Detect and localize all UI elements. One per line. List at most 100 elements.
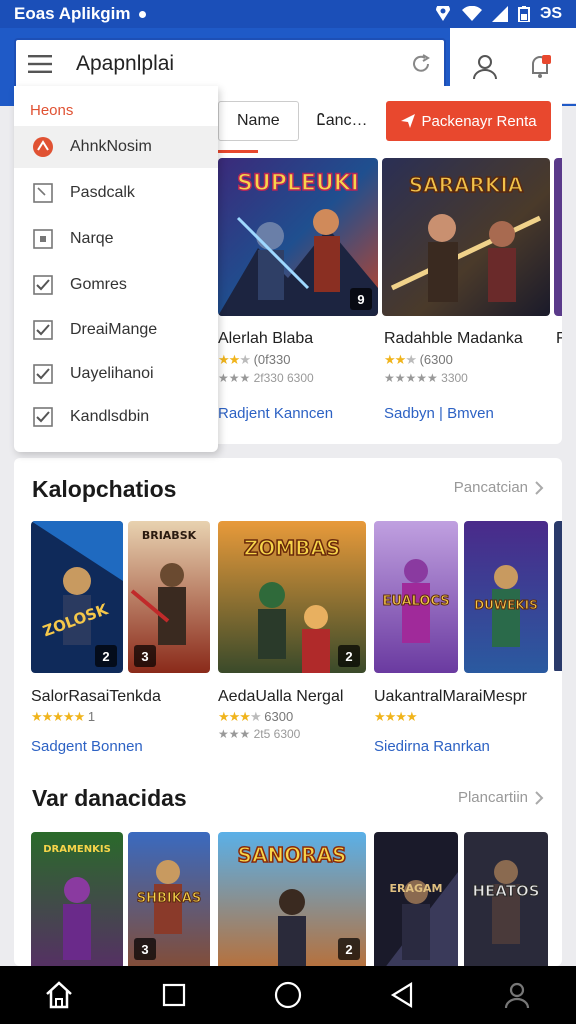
game-art: DUWEKIS [464, 521, 548, 673]
game-tile[interactable]: EUALOCS [374, 521, 458, 673]
drawer-item[interactable]: Narqe [14, 218, 218, 260]
game-title: SalorRasaiTenkda [31, 688, 161, 705]
checkbox-checked-icon [32, 319, 54, 341]
game-tile[interactable]: ERAGAM [374, 832, 458, 966]
svg-text:DUWEKIS: DUWEKIS [474, 598, 538, 612]
tab-indicator [218, 150, 258, 153]
game-rating: ★★★★ [374, 709, 418, 724]
game-link[interactable]: Sadbyn | Bmven [384, 405, 494, 422]
game-rating: ★★★★ 6300 [218, 709, 294, 724]
game-badge: 9 [350, 288, 372, 310]
game-title: UakantralMaraiMespr [374, 688, 527, 705]
svg-text:BRIABSK: BRIABSK [142, 529, 197, 542]
game-tile[interactable]: ZOMBAS 2 [218, 521, 366, 673]
battery-icon [517, 6, 530, 22]
send-icon [400, 114, 415, 128]
game-thumbnail[interactable]: SARARKIA [382, 158, 550, 316]
svg-text:ZOMBAS: ZOMBAS [244, 536, 341, 560]
svg-text:SHBIKAS: SHBIKAS [137, 891, 202, 906]
game-thumbnail[interactable]: DUWEKIS [464, 521, 548, 673]
drawer-item-label: Narqe [70, 230, 114, 247]
menu-icon[interactable] [28, 55, 52, 73]
game-thumbnail[interactable]: DRAMENKIS [31, 832, 123, 966]
drawer-item[interactable]: AhnkNosim [14, 126, 218, 168]
chip-name[interactable]: Name [218, 101, 299, 141]
game-badge: 2 [338, 645, 360, 667]
game-title: Alerlah Blaba [218, 330, 314, 347]
status-time: ЭS [539, 5, 562, 22]
game-tile[interactable]: ZOLOSK 2 [31, 521, 123, 673]
recents-icon[interactable] [162, 983, 186, 1007]
location-icon [435, 6, 450, 21]
section-more-label: Pancatcian [453, 479, 528, 496]
section-title: Var danacidas [32, 785, 187, 811]
status-app-name: Eoas Aplikgim [14, 4, 131, 23]
game-thumbnail[interactable]: SANORAS 2 [218, 832, 366, 966]
drawer-item-label: Pasdcalk [70, 184, 135, 201]
wifi-icon [461, 6, 482, 21]
refresh-icon[interactable] [410, 53, 432, 75]
game-thumbnail[interactable]: SHBIKAS 3 [128, 832, 210, 966]
game-thumbnail[interactable]: HEATOS [464, 832, 548, 966]
game-thumbnail[interactable]: BRIABSK 3 [128, 521, 210, 673]
section-more-link[interactable]: Plancartiin [458, 789, 544, 806]
svg-text:ERAGAM: ERAGAM [390, 882, 443, 895]
game-rating: ★★★ (0f330 [218, 352, 291, 367]
game-subline: ★★★ 2t5 6300 [218, 727, 301, 741]
chip-dance[interactable]: Ꮭanc… [312, 101, 372, 141]
checkbox-checked-icon [32, 363, 54, 385]
status-bar: Eoas Aplikgim ЭS [0, 0, 576, 28]
featured-game[interactable]: SUPLEUKI 9 Alerlah Blaba ★★★ (0f330 ★★★ … [218, 158, 378, 428]
game-tile[interactable]: HEATOS [464, 832, 548, 966]
svg-text:SARARKIA: SARARKIA [409, 173, 524, 197]
game-tile[interactable]: DRAMENKIS [31, 832, 123, 966]
checkbox-checked-icon [32, 274, 54, 296]
game-thumbnail[interactable]: EUALOCS [374, 521, 458, 673]
game-tile[interactable]: DUWEKIS [464, 521, 548, 673]
game-subline: ★★★ 2f330 6300 [218, 371, 314, 385]
drawer-item[interactable]: Pasdcalk [14, 172, 218, 214]
game-thumbnail[interactable] [554, 158, 562, 316]
section-title: Kalopchatios [32, 476, 177, 502]
game-thumbnail[interactable]: SUPLEUKI 9 [218, 158, 378, 316]
game-art: EUALOCS [374, 521, 458, 673]
notification-icon[interactable] [525, 51, 555, 81]
account-icon[interactable] [471, 52, 499, 80]
svg-text:DRAMENKIS: DRAMENKIS [43, 844, 111, 855]
featured-game[interactable]: F [554, 158, 562, 428]
game-link[interactable]: Siedirna Ranrkan [374, 738, 490, 755]
game-tile[interactable]: SANORAS 2 [218, 832, 366, 966]
game-link[interactable]: Radjent Kanncen [218, 405, 333, 422]
status-icons: ЭS [434, 5, 562, 23]
game-tile[interactable]: BRIABSK 3 [128, 521, 210, 673]
profile-icon[interactable] [502, 980, 532, 1010]
checkbox-icon [32, 182, 54, 204]
drawer-item[interactable]: Gomres [14, 264, 218, 306]
game-tile-partial[interactable] [554, 521, 562, 671]
search-bar[interactable]: Apapnlplai [14, 38, 446, 90]
game-art: ERAGAM [374, 832, 458, 966]
game-thumbnail[interactable] [554, 521, 562, 671]
game-link[interactable]: Sadgent Bonnen [31, 738, 143, 755]
svg-text:SUPLEUKI: SUPLEUKI [237, 171, 359, 196]
game-rating: ★★★★★ 1 [31, 709, 96, 724]
featured-game[interactable]: SARARKIA Radahble Madanka ★★★ (6300 ★★★★… [382, 158, 550, 428]
game-thumbnail[interactable]: ZOLOSK 2 [31, 521, 123, 673]
notification-dot-icon [138, 10, 146, 18]
game-tile[interactable]: SHBIKAS 3 [128, 832, 210, 966]
game-thumbnail[interactable]: ZOMBAS 2 [218, 521, 366, 673]
section-more-link[interactable]: Pancatcian [454, 479, 544, 496]
drawer-item[interactable]: Kandlsdbin [14, 396, 218, 438]
back-icon[interactable] [390, 982, 414, 1008]
action-button[interactable]: Packenayr Renta [385, 101, 551, 141]
search-input[interactable]: Apapnlplai [76, 52, 410, 76]
game-art: HEATOS [464, 832, 548, 966]
home-icon[interactable] [44, 981, 74, 1009]
game-title: F [556, 330, 562, 347]
drawer-item[interactable]: Uayelihanoi [14, 353, 218, 395]
game-thumbnail[interactable]: ERAGAM [374, 832, 458, 966]
drawer-item-label: Uayelihanoi [70, 365, 154, 382]
drawer-item-label: DreaiMange [70, 321, 158, 338]
drawer-item[interactable]: DreaiMange [14, 309, 218, 351]
home-circle-icon[interactable] [274, 981, 302, 1009]
